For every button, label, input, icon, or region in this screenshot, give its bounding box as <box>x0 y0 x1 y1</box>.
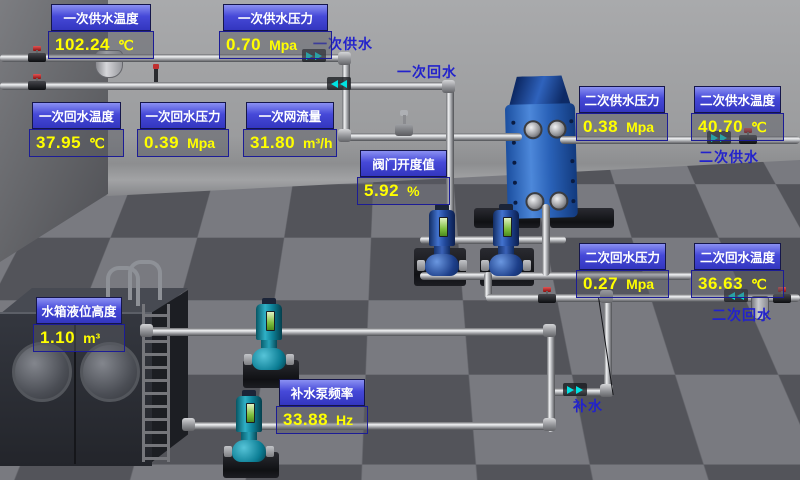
gauge-label: 一次供水压力 <box>223 4 328 31</box>
circulation-pump-1 <box>424 204 460 276</box>
control-valve <box>393 110 415 138</box>
gauge-value-box[interactable]: 33.88 Hz <box>276 406 368 434</box>
pipe-primary-return <box>0 82 452 90</box>
pipe-label-secondary-supply: 二次供水 <box>699 147 759 167</box>
pipe-sensor <box>151 64 161 82</box>
gauge-unit: ℃ <box>751 119 767 136</box>
gauge-value-box[interactable]: 36.63 ℃ <box>691 270 784 298</box>
gauge-value-box[interactable]: 31.80 m³/h <box>243 129 337 157</box>
gauge-label: 二次供水压力 <box>579 86 666 113</box>
gauge-tank-level: 水箱液位高度 1.10 m³ <box>33 297 125 352</box>
pump-status-window <box>266 311 275 331</box>
valve-primary-supply <box>27 46 47 64</box>
gauge-value: 0.38 <box>583 117 618 137</box>
gauge-unit: Mpa <box>626 276 654 292</box>
gauge-label: 一次回水温度 <box>32 102 122 129</box>
pipe-label-makeup: 补水 <box>573 396 603 416</box>
gauge-unit: Mpa <box>626 119 654 135</box>
valve-return-branch <box>537 287 557 305</box>
gauge-value-box[interactable]: 40.70 ℃ <box>691 113 784 141</box>
pipe-riser <box>547 328 555 432</box>
gauge-value: 0.39 <box>144 133 179 153</box>
gauge-label: 二次回水温度 <box>694 243 782 270</box>
gauge-secondary-return-temp: 二次回水温度 36.63 ℃ <box>691 243 784 298</box>
pipe-label-secondary-return: 二次回水 <box>712 305 772 325</box>
makeup-pump-1 <box>251 298 287 370</box>
gauge-label: 一次供水温度 <box>51 4 150 31</box>
pipe-label-primary-return: 一次回水 <box>397 62 457 82</box>
makeup-pump-2 <box>231 390 267 462</box>
gauge-label: 补水泵频率 <box>279 379 366 406</box>
gauge-makeup-pump-frequency: 补水泵频率 33.88 Hz <box>276 379 368 434</box>
pipe-to-hx <box>342 133 522 141</box>
gauge-label: 二次供水温度 <box>694 86 782 113</box>
gauge-value: 36.63 <box>698 274 743 294</box>
scada-heat-station-screen: 一次供水 一次回水 二次供水 二次回水 补水 一次供水温度 102.24 ℃ 一… <box>0 0 800 480</box>
pipe-hx-down <box>542 204 550 276</box>
flow-arrow-left <box>327 77 351 90</box>
tank-fill-pipe <box>128 260 162 300</box>
gauge-valve-opening: 阀门开度值 5.92 % <box>357 150 450 205</box>
pump-status-window <box>503 217 512 237</box>
plate-heat-exchanger <box>500 75 582 219</box>
gauge-unit: m³/h <box>303 135 333 151</box>
circulation-pump-2 <box>488 204 524 276</box>
gauge-unit: ℃ <box>118 37 134 54</box>
gauge-primary-return-pressure: 一次回水压力 0.39 Mpa <box>137 102 229 157</box>
flow-arrow-right <box>563 383 587 396</box>
gauge-primary-supply-temp: 一次供水温度 102.24 ℃ <box>48 4 154 59</box>
gauge-value: 102.24 <box>55 35 110 55</box>
gauge-secondary-supply-temp: 二次供水温度 40.70 ℃ <box>691 86 784 141</box>
gauge-value-box[interactable]: 37.95 ℃ <box>29 129 124 157</box>
gauge-label: 一次网流量 <box>246 102 335 129</box>
gauge-unit: ℃ <box>751 276 767 293</box>
gauge-primary-supply-pressure: 一次供水压力 0.70 Mpa <box>219 4 332 59</box>
gauge-unit: ℃ <box>89 135 105 152</box>
gauge-value-box[interactable]: 0.70 Mpa <box>219 31 332 59</box>
gauge-value: 0.70 <box>226 35 261 55</box>
gauge-label: 阀门开度值 <box>360 150 448 177</box>
gauge-value: 40.70 <box>698 117 743 137</box>
gauge-unit: Mpa <box>269 37 297 53</box>
gauge-secondary-supply-pressure: 二次供水压力 0.38 Mpa <box>576 86 668 141</box>
gauge-value-box[interactable]: 1.10 m³ <box>33 324 125 352</box>
gauge-value-box[interactable]: 5.92 % <box>357 177 450 205</box>
gauge-value-box[interactable]: 0.27 Mpa <box>576 270 669 298</box>
gauge-primary-return-temp: 一次回水温度 37.95 ℃ <box>29 102 124 157</box>
gauge-value: 33.88 <box>283 410 328 430</box>
gauge-value: 31.80 <box>250 133 295 153</box>
gauge-unit: m³ <box>83 330 100 346</box>
gauge-secondary-return-pressure: 二次回水压力 0.27 Mpa <box>576 243 669 298</box>
pump-status-window <box>439 217 448 237</box>
pipe-tank-outlet-upper <box>146 328 556 336</box>
gauge-unit: Mpa <box>187 135 215 151</box>
gauge-primary-flow: 一次网流量 31.80 m³/h <box>243 102 337 157</box>
gauge-value: 1.10 <box>40 328 75 348</box>
gauge-value: 0.27 <box>583 274 618 294</box>
valve-primary-return <box>27 74 47 92</box>
gauge-unit: % <box>407 183 419 199</box>
gauge-label: 水箱液位高度 <box>36 297 123 324</box>
gauge-value: 5.92 <box>364 181 399 201</box>
gauge-label: 一次回水压力 <box>140 102 227 129</box>
pump-status-window <box>246 403 255 423</box>
gauge-label: 二次回水压力 <box>579 243 667 270</box>
gauge-value-box[interactable]: 0.38 Mpa <box>576 113 668 141</box>
gauge-value-box[interactable]: 102.24 ℃ <box>48 31 154 59</box>
pipe-riser <box>342 58 350 138</box>
gauge-value: 37.95 <box>36 133 81 153</box>
gauge-value-box[interactable]: 0.39 Mpa <box>137 129 229 157</box>
gauge-unit: Hz <box>336 412 353 428</box>
